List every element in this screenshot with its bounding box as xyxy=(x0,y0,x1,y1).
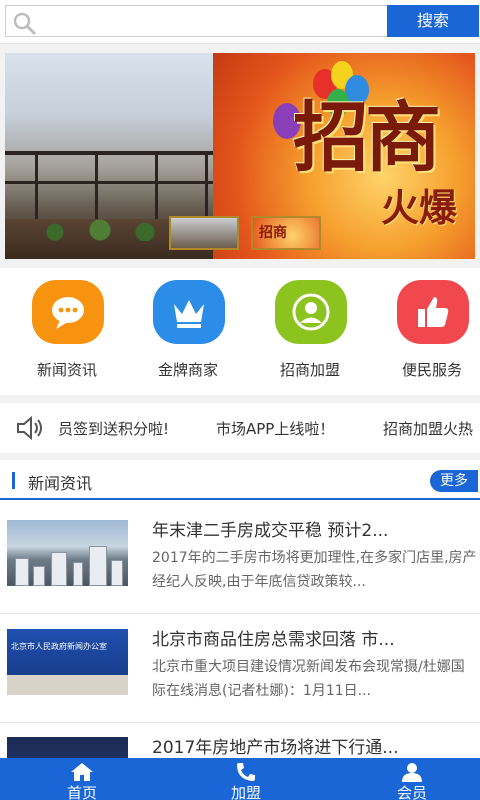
search-bar: 搜索 xyxy=(0,0,480,44)
banner-thumb-2[interactable]: 招商 xyxy=(251,216,321,250)
quick-menu: 新闻资讯 金牌商家 招商加盟 便民服务 xyxy=(0,268,480,395)
ticker-item[interactable]: 员签到送积分啦! xyxy=(58,418,169,439)
news-list-item[interactable]: 年末津二手房成交平稳 预计2... 2017年的二手房市场将更加理性,在多家门店… xyxy=(0,506,480,614)
news-item-title: 2017年房地产市场将进下行通... xyxy=(152,738,399,758)
home-icon xyxy=(71,763,93,781)
phone-icon xyxy=(237,763,255,781)
menu-label: 新闻资讯 xyxy=(36,361,97,379)
news-item-title: 北京市商品住房总需求回落 市... xyxy=(152,630,395,650)
crown-icon xyxy=(153,280,225,344)
ticker-item[interactable]: 招商加盟火热 xyxy=(383,418,473,439)
news-list-item[interactable]: 北京市人民政府新闻办公室 北京市商品住房总需求回落 市... 北京市重大项目建设… xyxy=(0,615,480,723)
more-button[interactable]: 更多 xyxy=(430,470,478,492)
news-section: 新闻资讯 更多 年末津二手房成交平稳 预计2... 2017年的二手房市场将更加… xyxy=(0,460,480,800)
notice-ticker[interactable]: 员签到送积分啦! 市场APP上线啦！ 招商加盟火热 xyxy=(0,403,480,453)
banner-promo-subtext: 火爆 xyxy=(381,185,458,230)
menu-label: 招商加盟 xyxy=(279,361,340,379)
search-icon xyxy=(13,12,36,35)
news-item-desc: 2017年的二手房市场将更加理性,在多家门店里,房产经纪人反映,由于年底信贷政策… xyxy=(152,550,477,590)
menu-item-franchise[interactable]: 招商加盟 xyxy=(260,280,360,390)
ticker-item[interactable]: 市场APP上线啦！ xyxy=(216,418,334,439)
user-circle-icon xyxy=(275,280,347,344)
menu-label: 便民服务 xyxy=(401,361,462,379)
search-input[interactable] xyxy=(42,10,382,32)
nav-item-join[interactable]: 加盟 xyxy=(196,758,296,800)
news-item-desc: 北京市重大项目建设情况新闻发布会现常摄/杜娜国际在线消息(记者杜娜)：1月11日… xyxy=(152,659,465,699)
search-box[interactable] xyxy=(5,5,388,37)
banner-thumb-1[interactable] xyxy=(169,216,239,250)
nav-item-member[interactable]: 会员 xyxy=(362,758,462,800)
press-caption: 北京市人民政府新闻办公室 xyxy=(11,642,107,651)
menu-item-news[interactable]: 新闻资讯 xyxy=(17,280,117,390)
banner-carousel[interactable]: 招商 火爆 招商 xyxy=(5,53,475,259)
bottom-nav: 首页 加盟 会员 xyxy=(0,758,480,800)
chat-bubble-icon xyxy=(32,280,104,344)
menu-item-gold-merchant[interactable]: 金牌商家 xyxy=(138,280,238,390)
news-thumbnail xyxy=(7,520,128,586)
menu-item-services[interactable]: 便民服务 xyxy=(382,280,480,390)
news-header: 新闻资讯 更多 xyxy=(0,460,480,500)
nav-label: 首页 xyxy=(66,784,97,800)
app-page: 搜索 招商 火爆 招商 新闻资讯 金牌商家 招商加盟 便民服务 员签到送积分啦!… xyxy=(0,0,480,800)
news-section-title: 新闻资讯 xyxy=(28,474,93,493)
banner-thumb-2-text: 招商 xyxy=(259,225,287,241)
news-item-title: 年末津二手房成交平稳 预计2... xyxy=(152,521,389,541)
nav-label: 加盟 xyxy=(230,784,261,800)
news-thumbnail: 北京市人民政府新闻办公室 xyxy=(7,629,128,695)
speaker-icon xyxy=(17,415,42,441)
nav-label: 会员 xyxy=(396,784,427,800)
menu-label: 金牌商家 xyxy=(157,361,218,379)
thumbs-up-icon xyxy=(397,280,469,344)
nav-item-home[interactable]: 首页 xyxy=(32,758,132,800)
search-button[interactable]: 搜索 xyxy=(387,5,479,37)
user-icon xyxy=(402,763,422,782)
banner-promo-text: 招商 xyxy=(293,93,441,182)
section-accent-bar xyxy=(12,472,15,489)
